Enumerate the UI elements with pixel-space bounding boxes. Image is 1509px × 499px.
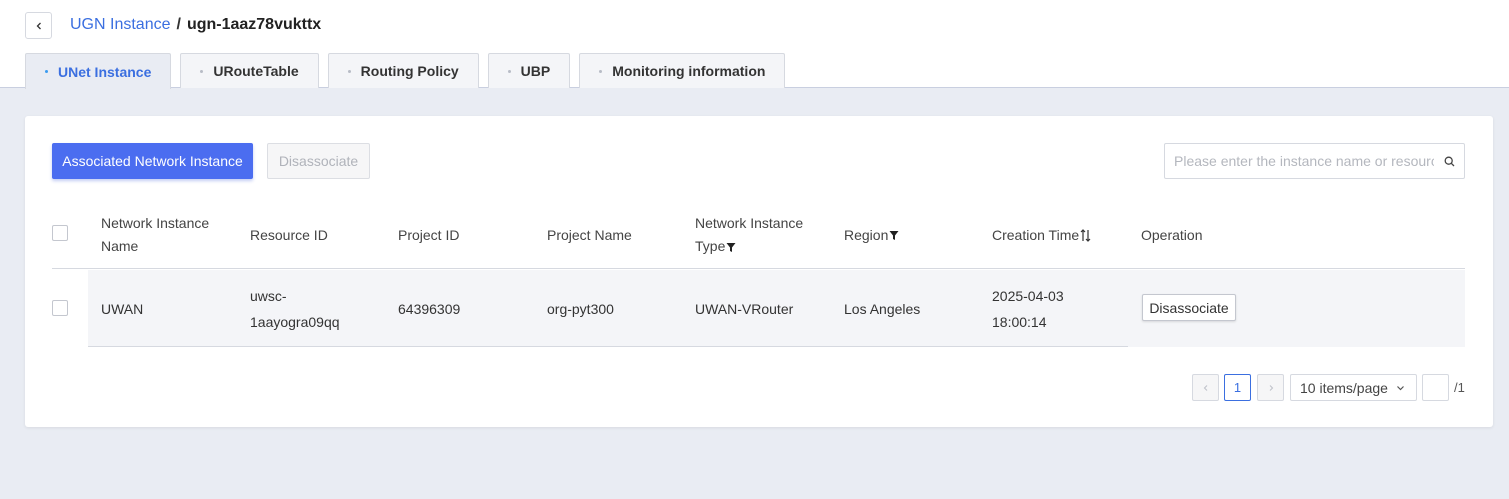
header-label: Type <box>695 238 726 254</box>
chevron-left-icon <box>1203 384 1207 391</box>
tab-monitoring-information[interactable]: Monitoring information <box>579 53 786 88</box>
cell-creation-time: 2025-04-03 18:00:14 <box>992 270 1064 347</box>
pagination-prev-button <box>1192 374 1219 401</box>
breadcrumb-separator: / <box>176 16 181 33</box>
header-label: Region <box>844 226 889 243</box>
chevron-down-icon <box>1397 386 1404 391</box>
sort-icon[interactable] <box>1080 228 1091 242</box>
breadcrumb: UGN Instance / ugn-1aaz78vukttx <box>70 15 321 35</box>
cell-text: uwsc- <box>250 287 287 304</box>
cell-text: 18:00:14 <box>992 313 1047 330</box>
search-icon[interactable] <box>1434 144 1464 178</box>
table-header: Network Instance Name Resource ID Project… <box>52 201 1465 269</box>
tab-label: Routing Policy <box>360 63 459 79</box>
cell-project-name: org-pyt300 <box>547 300 614 317</box>
cell-instance-name: UWAN <box>101 300 144 317</box>
cell-region: Los Angeles <box>844 300 921 317</box>
pagination-total: /1 <box>1454 380 1465 395</box>
chevron-right-icon <box>1269 384 1273 391</box>
chevron-left-icon <box>36 22 41 29</box>
header-bar: UGN Instance / ugn-1aaz78vukttx UNet Ins… <box>0 0 1509 89</box>
disassociate-button: Disassociate <box>267 143 370 179</box>
tab-unet-instance[interactable]: UNet Instance <box>25 53 172 89</box>
column-operation: Operation <box>1141 226 1203 243</box>
pagination-next-button <box>1257 374 1284 401</box>
column-network-instance-name: Network Instance Name <box>101 201 209 269</box>
tab-ubp[interactable]: UBP <box>487 53 571 88</box>
filter-icon[interactable] <box>726 242 736 253</box>
search-input[interactable] <box>1165 144 1434 178</box>
page-size-select[interactable]: 10 items/page <box>1290 374 1417 401</box>
instance-panel: Associated Network Instance Disassociate… <box>25 116 1493 427</box>
column-region: Region <box>844 201 899 269</box>
tab-routing-policy[interactable]: Routing Policy <box>327 53 479 88</box>
cell-instance-type: UWAN-VRouter <box>695 300 794 317</box>
tab-dot-icon <box>347 69 351 73</box>
tab-dot-icon <box>599 69 603 73</box>
page-jump-input[interactable] <box>1422 374 1449 401</box>
search-box <box>1164 143 1465 179</box>
column-project-id: Project ID <box>398 226 460 243</box>
cell-resource-id: uwsc- 1aayogra09qq <box>250 270 340 347</box>
pagination-page-button[interactable]: 1 <box>1224 374 1251 401</box>
tab-dot-icon <box>507 69 511 73</box>
tab-dot-icon <box>45 70 48 73</box>
header-label: Network Instance <box>101 215 210 231</box>
header-label: Name <box>101 238 139 254</box>
header-label: Network Instance <box>695 215 804 231</box>
tab-dot-icon <box>200 69 204 73</box>
page-title: ugn-1aaz78vukttx <box>186 16 322 33</box>
header-label: Creation Time <box>992 226 1080 243</box>
column-resource-id: Resource ID <box>250 226 328 243</box>
column-creation-time: Creation Time <box>992 201 1091 269</box>
cell-text: 1aayogra09qq <box>250 313 340 330</box>
tab-label: Monitoring information <box>612 63 766 79</box>
select-all-checkbox[interactable] <box>52 225 68 241</box>
row-checkbox[interactable] <box>52 300 68 316</box>
cell-project-id: 64396309 <box>398 300 461 317</box>
cell-text: 2025-04-03 <box>992 287 1064 304</box>
column-project-name: Project Name <box>547 226 632 243</box>
back-button[interactable] <box>25 12 52 39</box>
tab-label: UNet Instance <box>58 63 152 80</box>
row-disassociate-button[interactable]: Disassociate <box>1142 294 1236 321</box>
column-network-instance-type: Network Instance Type <box>695 201 803 269</box>
filter-icon[interactable] <box>889 230 899 241</box>
tab-label: URouteTable <box>213 63 299 79</box>
tab-bar: UNet Instance URouteTable Routing Policy… <box>25 53 794 89</box>
associate-network-instance-button[interactable]: Associated Network Instance <box>52 143 253 179</box>
breadcrumb-ugn-instance-link[interactable]: UGN Instance <box>70 15 170 35</box>
tab-uroutetable[interactable]: URouteTable <box>180 53 319 88</box>
tab-label: UBP <box>520 63 551 79</box>
page-size-value: 10 items/page <box>1300 379 1388 396</box>
